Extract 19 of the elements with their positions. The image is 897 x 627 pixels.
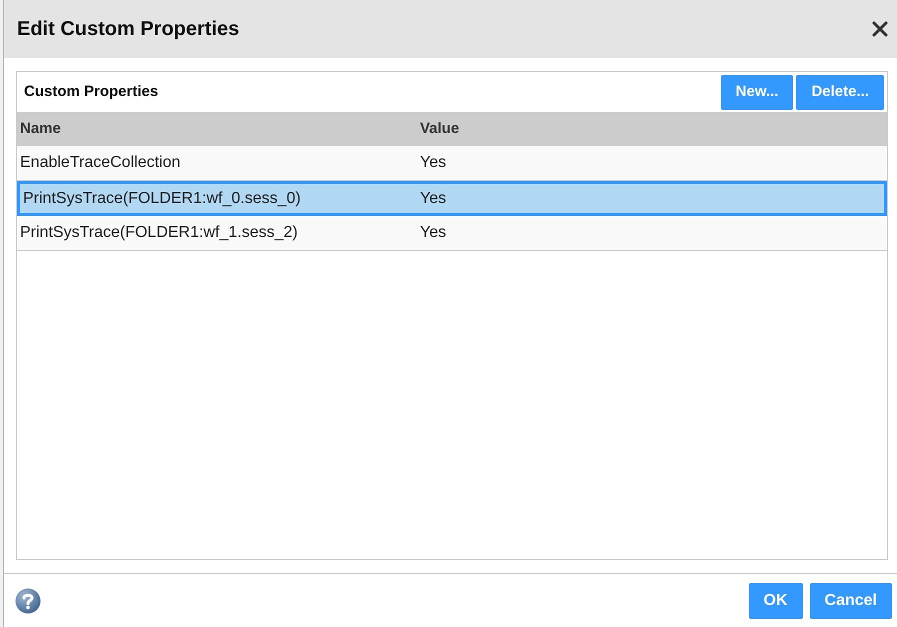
table-row[interactable]: PrintSysTrace(FOLDER1:wf_1.sess_2) Yes <box>17 216 887 251</box>
ok-button[interactable]: OK <box>748 582 803 618</box>
close-icon[interactable] <box>872 21 888 37</box>
table-cell-text: EnableTraceCollection <box>19 153 182 173</box>
table-cell-text: Yes <box>419 188 446 208</box>
table-row[interactable]: PrintSysTrace(FOLDER1:wf_0.sess_0) Yes <box>17 181 887 216</box>
table-row[interactable]: EnableTraceCollection Yes <box>17 146 887 181</box>
panel-title: Custom Properties <box>24 82 158 102</box>
table-cell-text: Yes <box>419 223 446 243</box>
column-header: Name <box>19 118 62 139</box>
dialog-title: Edit Custom Properties <box>17 19 240 39</box>
table-cell-text: Yes <box>419 153 446 173</box>
table-cell-text: PrintSysTrace(FOLDER1:wf_1.sess_2) <box>19 223 299 243</box>
column-header: Value <box>419 118 460 139</box>
delete-button[interactable]: Delete... <box>796 74 884 110</box>
help-icon[interactable] <box>15 588 41 614</box>
cancel-button[interactable]: Cancel <box>810 582 892 618</box>
new-button[interactable]: New... <box>720 74 794 110</box>
table-cell-text: PrintSysTrace(FOLDER1:wf_0.sess_0) <box>22 188 302 208</box>
